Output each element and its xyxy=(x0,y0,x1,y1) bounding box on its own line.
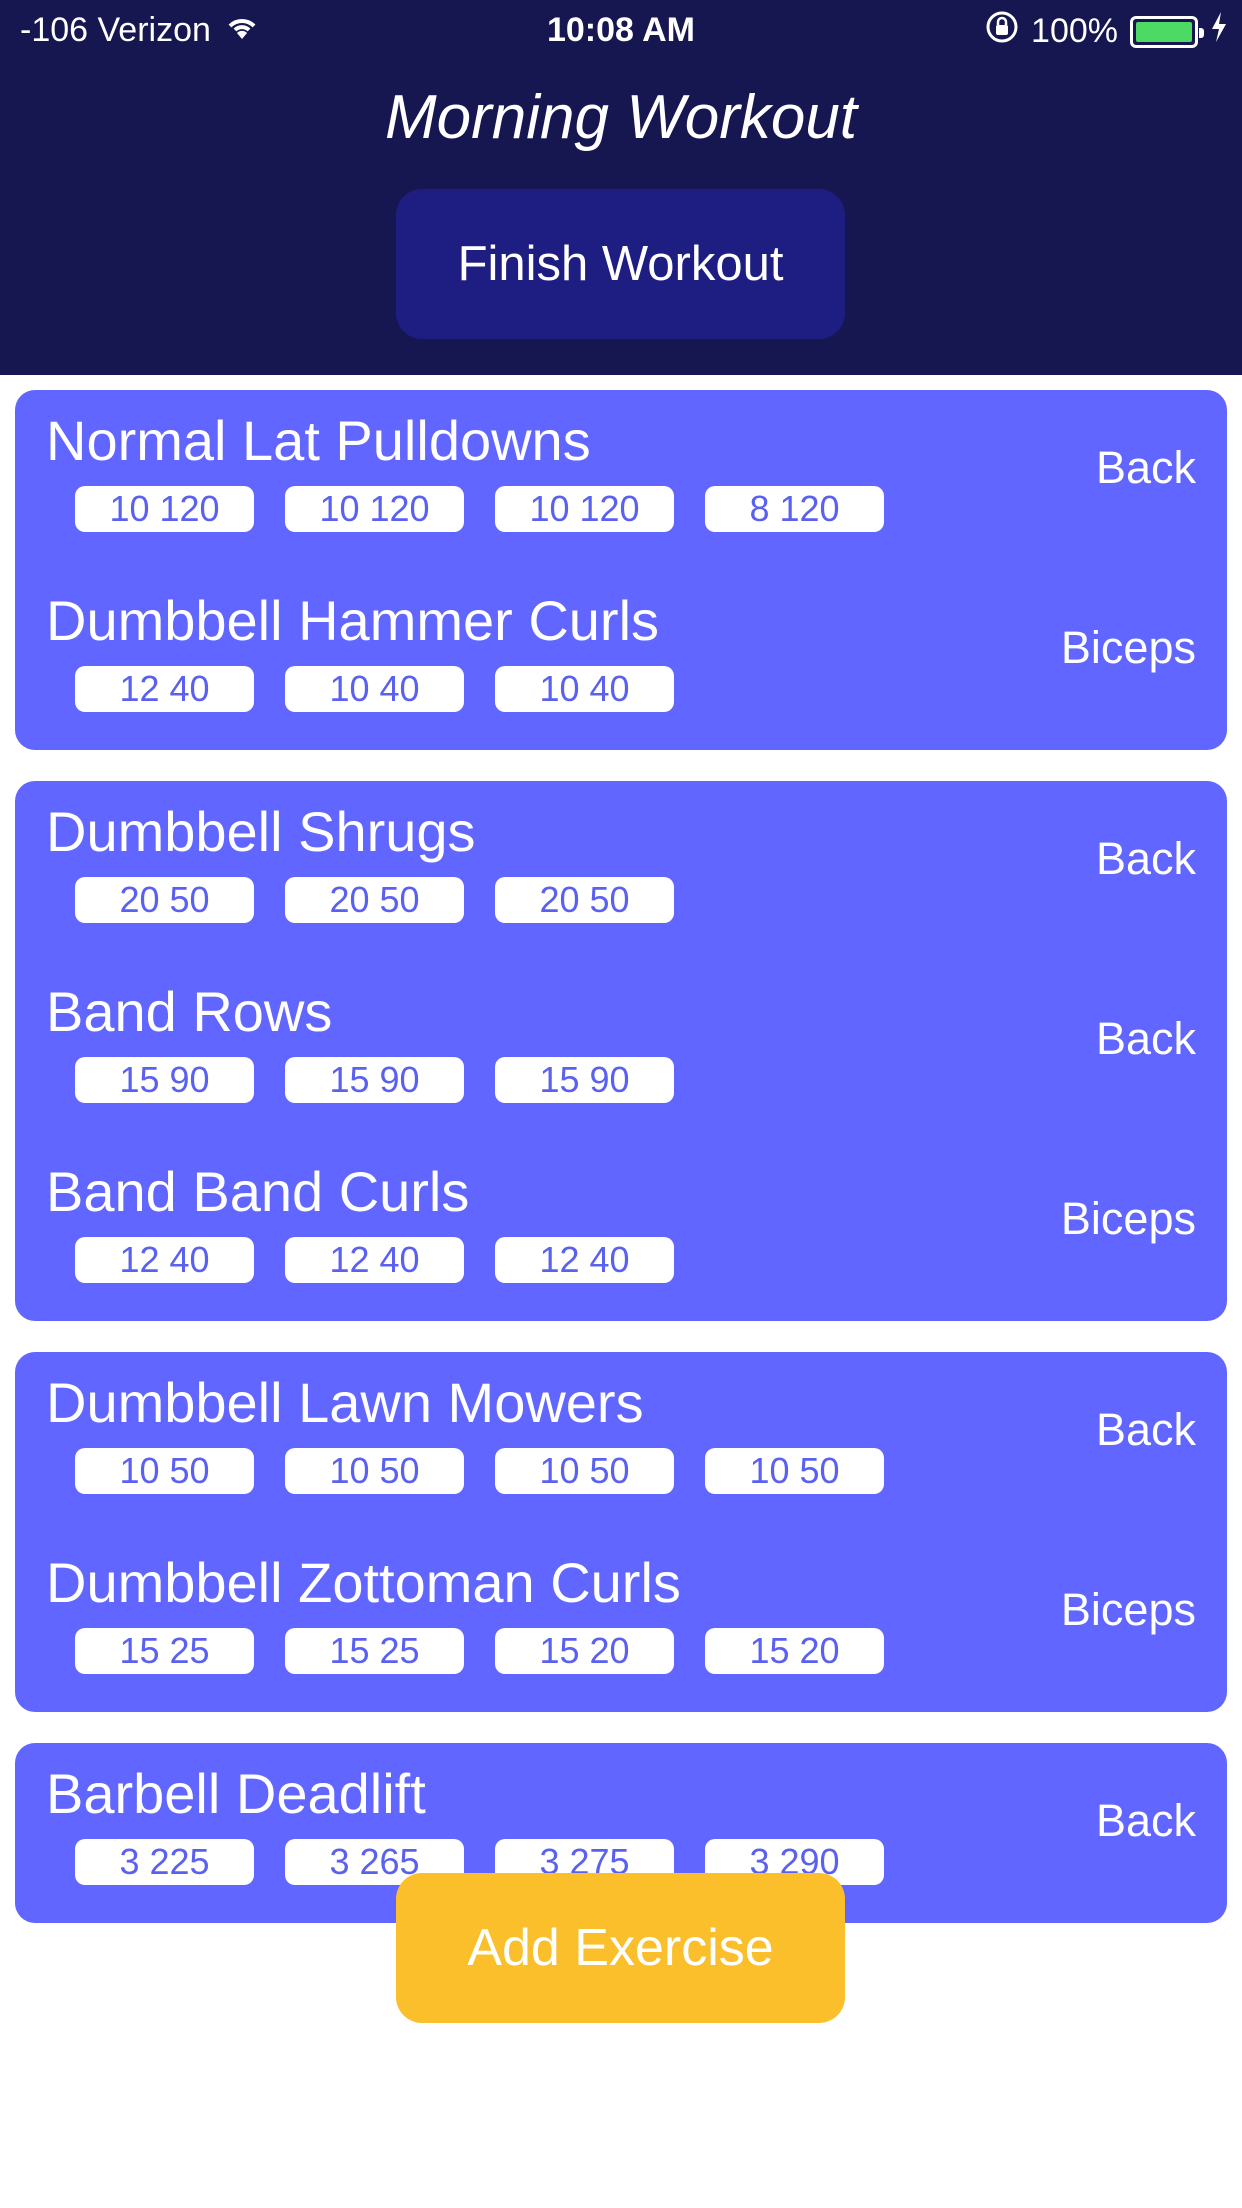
set-chip[interactable]: 15 20 xyxy=(495,1628,674,1674)
exercise-row[interactable]: Dumbbell Hammer Curls Biceps 12 40 10 40 10 … xyxy=(15,570,1227,750)
set-list: 15 90 15 90 15 90 xyxy=(75,1057,674,1103)
set-chip[interactable]: 10 120 xyxy=(495,486,674,532)
set-chip[interactable]: 10 120 xyxy=(75,486,254,532)
app-header: -106 Verizon 10:08 AM 100% Morning Worko… xyxy=(0,0,1242,375)
exercise-group: Dumbbell Lawn Mowers Back 10 50 10 50 10 50 1… xyxy=(15,1352,1227,1712)
muscle-group-label: Back xyxy=(1095,1013,1196,1064)
set-chip[interactable]: 12 40 xyxy=(285,1237,464,1283)
set-chip[interactable]: 15 25 xyxy=(75,1628,254,1674)
status-right: 100% xyxy=(985,10,1228,53)
exercise-row[interactable]: Band Band Curls Biceps 12 40 12 40 12 40 xyxy=(15,1141,1227,1321)
set-chip[interactable]: 12 40 xyxy=(495,1237,674,1283)
set-chip[interactable]: 15 90 xyxy=(75,1057,254,1103)
set-list: 15 25 15 25 15 20 15 20 xyxy=(75,1628,884,1674)
charging-icon xyxy=(1210,12,1228,51)
set-list: 10 50 10 50 10 50 10 50 xyxy=(75,1448,884,1494)
orientation-lock-icon xyxy=(985,10,1019,53)
set-chip[interactable]: 10 50 xyxy=(495,1448,674,1494)
exercise-row[interactable]: Band Rows Back 15 90 15 90 15 90 xyxy=(15,961,1227,1141)
exercise-name: Dumbbell Hammer Curls xyxy=(46,589,660,652)
set-chip[interactable]: 15 90 xyxy=(285,1057,464,1103)
muscle-group-label: Biceps xyxy=(1060,622,1196,673)
exercise-name: Normal Lat Pulldowns xyxy=(46,409,591,472)
muscle-group-label: Biceps xyxy=(1060,1584,1196,1635)
muscle-group-label: Back xyxy=(1095,1795,1196,1846)
muscle-group-label: Back xyxy=(1095,833,1196,884)
workout-title: Morning Workout xyxy=(384,83,858,152)
battery-percent: 100% xyxy=(1031,12,1118,50)
exercise-row[interactable]: Dumbbell Zottoman Curls Biceps 15 25 15 25 1… xyxy=(15,1532,1227,1712)
exercise-name: Dumbbell Shrugs xyxy=(46,800,476,863)
exercise-group: Dumbbell Shrugs Back 20 50 20 50 20 50 Band R… xyxy=(15,781,1227,1321)
set-chip[interactable]: 10 50 xyxy=(285,1448,464,1494)
exercise-name: Dumbbell Zottoman Curls xyxy=(46,1551,681,1614)
exercise-row[interactable]: Normal Lat Pulldowns Back 10 120 10 120 10 1… xyxy=(15,390,1227,570)
set-chip[interactable]: 8 120 xyxy=(705,486,884,532)
status-bar: -106 Verizon 10:08 AM 100% xyxy=(0,0,1242,62)
add-exercise-button[interactable]: Add Exercise xyxy=(396,1873,845,2023)
set-chip[interactable]: 10 50 xyxy=(705,1448,884,1494)
exercise-name: Barbell Deadlift xyxy=(46,1762,426,1825)
set-chip[interactable]: 15 90 xyxy=(495,1057,674,1103)
muscle-group-label: Back xyxy=(1095,1404,1196,1455)
exercise-group: Normal Lat Pulldowns Back 10 120 10 120 10 1… xyxy=(15,390,1227,750)
set-chip[interactable]: 12 40 xyxy=(75,1237,254,1283)
set-list: 12 40 10 40 10 40 xyxy=(75,666,674,712)
exercise-name: Dumbbell Lawn Mowers xyxy=(46,1371,644,1434)
battery-icon xyxy=(1130,15,1204,48)
set-chip[interactable]: 20 50 xyxy=(285,877,464,923)
set-chip[interactable]: 20 50 xyxy=(495,877,674,923)
finish-workout-button[interactable]: Finish Workout xyxy=(396,189,845,339)
set-chip[interactable]: 10 40 xyxy=(285,666,464,712)
set-chip[interactable]: 10 50 xyxy=(75,1448,254,1494)
set-chip[interactable]: 20 50 xyxy=(75,877,254,923)
muscle-group-label: Back xyxy=(1095,442,1196,493)
set-chip[interactable]: 3 225 xyxy=(75,1839,254,1885)
exercise-name: Band Band Curls xyxy=(46,1160,470,1223)
set-chip[interactable]: 15 20 xyxy=(705,1628,884,1674)
set-chip[interactable]: 15 25 xyxy=(285,1628,464,1674)
set-list: 12 40 12 40 12 40 xyxy=(75,1237,674,1283)
exercise-row[interactable]: Dumbbell Shrugs Back 20 50 20 50 20 50 xyxy=(15,781,1227,961)
exercise-row[interactable]: Dumbbell Lawn Mowers Back 10 50 10 50 10 50 1… xyxy=(15,1352,1227,1532)
battery-fill xyxy=(1136,21,1192,42)
set-chip[interactable]: 10 40 xyxy=(495,666,674,712)
exercise-name: Band Rows xyxy=(46,980,333,1043)
set-list: 10 120 10 120 10 120 8 120 xyxy=(75,486,884,532)
set-list: 20 50 20 50 20 50 xyxy=(75,877,674,923)
set-chip[interactable]: 10 120 xyxy=(285,486,464,532)
muscle-group-label: Biceps xyxy=(1060,1193,1196,1244)
set-chip[interactable]: 12 40 xyxy=(75,666,254,712)
